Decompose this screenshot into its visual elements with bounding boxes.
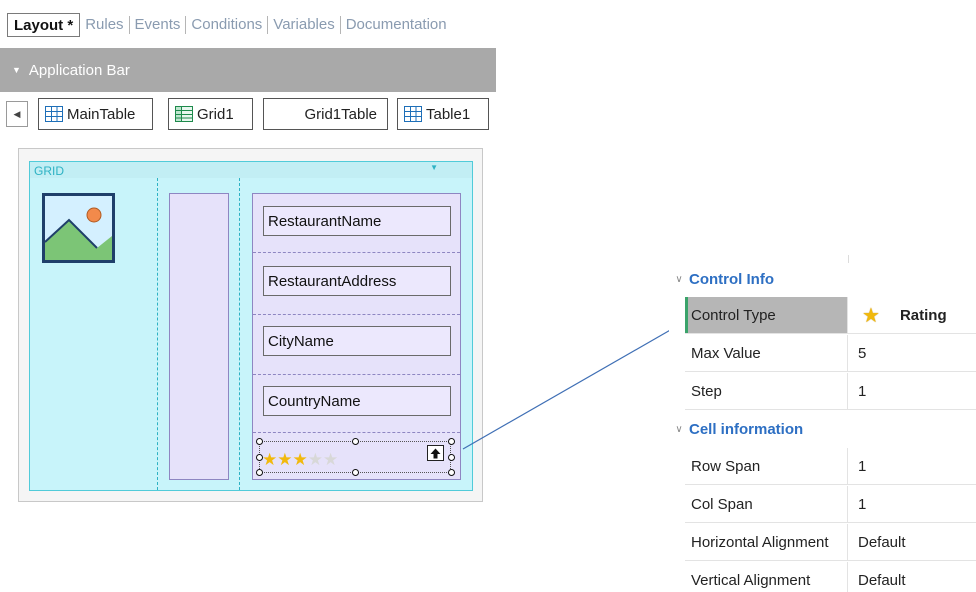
property-row-step[interactable]: Step 1 bbox=[685, 373, 976, 410]
property-row-col-span[interactable]: Col Span 1 bbox=[685, 486, 976, 523]
property-row-max-value[interactable]: Max Value 5 bbox=[685, 335, 976, 372]
star-icon: ★ bbox=[292, 450, 308, 469]
breadcrumb-item-maintable[interactable]: MainTable bbox=[38, 98, 153, 130]
property-name: Row Span bbox=[685, 448, 848, 484]
grid1table[interactable]: RestaurantName RestaurantAddress CityNam… bbox=[252, 193, 461, 480]
application-bar[interactable]: ▼ Application Bar bbox=[0, 48, 496, 92]
caret-down-icon: ▼ bbox=[12, 65, 21, 75]
property-name: Max Value bbox=[685, 335, 848, 371]
rating-stars: ★ ★ ★ ★ ★ bbox=[262, 451, 338, 468]
row-divider bbox=[253, 314, 460, 315]
property-row-vertical-alignment[interactable]: Vertical Alignment Default bbox=[685, 562, 976, 592]
property-value[interactable]: Default bbox=[848, 572, 906, 589]
star-icon: ★ bbox=[307, 450, 323, 469]
property-value[interactable]: Default bbox=[848, 534, 906, 551]
property-name: Control Type bbox=[685, 297, 848, 333]
breadcrumb-item-grid1[interactable]: Grid1 bbox=[168, 98, 253, 130]
row-divider bbox=[253, 374, 460, 375]
tab-rules[interactable]: Rules bbox=[80, 13, 128, 37]
tab-conditions[interactable]: Conditions bbox=[186, 13, 267, 37]
property-value[interactable]: 1 bbox=[848, 496, 866, 513]
section-control-info[interactable]: ∨ Control Info bbox=[669, 263, 976, 295]
breadcrumb-label: Table1 bbox=[426, 105, 471, 123]
empty-table-column[interactable] bbox=[169, 193, 229, 480]
resize-handle[interactable] bbox=[256, 454, 263, 461]
rating-control[interactable]: ★ ★ ★ ★ ★ bbox=[256, 438, 455, 476]
property-row-horizontal-alignment[interactable]: Horizontal Alignment Default bbox=[685, 524, 976, 561]
chevron-down-icon[interactable]: ∨ bbox=[669, 274, 689, 285]
section-title: Cell information bbox=[689, 420, 804, 438]
breadcrumb-label: Grid1 bbox=[197, 105, 234, 123]
property-value[interactable]: 1 bbox=[848, 458, 866, 475]
breadcrumb-label: MainTable bbox=[67, 105, 136, 123]
row-divider bbox=[253, 432, 460, 433]
grid-label: GRID bbox=[34, 164, 64, 178]
column-divider bbox=[848, 255, 849, 263]
resize-handle[interactable] bbox=[352, 469, 359, 476]
city-name-field[interactable]: CityName bbox=[263, 326, 451, 356]
column-divider bbox=[157, 178, 158, 490]
chevron-down-icon[interactable]: ∨ bbox=[669, 424, 689, 435]
property-row-row-span[interactable]: Row Span 1 bbox=[685, 448, 976, 485]
star-icon: ★ bbox=[323, 450, 339, 469]
resize-handle[interactable] bbox=[448, 454, 455, 461]
grid-header: GRID ▼ bbox=[30, 162, 472, 178]
restaurant-address-field[interactable]: RestaurantAddress bbox=[263, 266, 451, 296]
resize-handle[interactable] bbox=[256, 438, 263, 445]
tab-events[interactable]: Events bbox=[130, 13, 186, 37]
resize-handle[interactable] bbox=[448, 438, 455, 445]
column-divider bbox=[239, 178, 240, 490]
row-divider bbox=[253, 252, 460, 253]
property-value[interactable]: ★ Rating bbox=[848, 303, 947, 328]
property-row-control-type[interactable]: Control Type ★ Rating bbox=[685, 297, 976, 334]
property-name: Step bbox=[685, 373, 848, 409]
tab-variables[interactable]: Variables bbox=[268, 13, 339, 37]
properties-panel: ∨ Control Info Control Type ★ Rating Max… bbox=[669, 255, 976, 592]
star-icon: ★ bbox=[262, 450, 278, 469]
property-value[interactable]: 1 bbox=[848, 383, 866, 400]
tab-documentation[interactable]: Documentation bbox=[341, 13, 452, 37]
property-name: Col Span bbox=[685, 486, 848, 522]
breadcrumb-item-table1[interactable]: Table1 bbox=[397, 98, 489, 130]
property-name: Horizontal Alignment bbox=[685, 524, 848, 560]
resize-handle[interactable] bbox=[448, 469, 455, 476]
property-value-text: Rating bbox=[899, 306, 947, 324]
caret-down-icon[interactable]: ▼ bbox=[430, 163, 438, 172]
tab-layout[interactable]: Layout * bbox=[7, 13, 81, 37]
arrow-up-icon[interactable] bbox=[427, 445, 444, 461]
breadcrumb-label: Grid1Table bbox=[304, 105, 377, 123]
table-icon bbox=[404, 106, 422, 122]
star-icon: ★ bbox=[277, 450, 293, 469]
grid-icon bbox=[175, 106, 193, 122]
editor-tabs: Layout * Rules Events Conditions Variabl… bbox=[0, 10, 496, 40]
table-icon bbox=[45, 106, 63, 122]
caret-left-icon[interactable]: ◀ bbox=[6, 101, 28, 127]
property-value[interactable]: 5 bbox=[848, 345, 866, 362]
section-cell-information[interactable]: ∨ Cell information bbox=[669, 413, 976, 445]
country-name-field[interactable]: CountryName bbox=[263, 386, 451, 416]
restaurant-name-field[interactable]: RestaurantName bbox=[263, 206, 451, 236]
property-name: Vertical Alignment bbox=[685, 562, 848, 592]
breadcrumb-item-grid1table[interactable]: Grid1Table bbox=[263, 98, 388, 130]
design-canvas: GRID ▼ RestaurantName RestaurantAddress … bbox=[18, 148, 483, 502]
grid-control[interactable]: GRID ▼ RestaurantName RestaurantAddress … bbox=[29, 161, 473, 491]
section-title: Control Info bbox=[689, 270, 774, 288]
breadcrumb: ◀ MainTable Grid1 Grid1Table Table1 bbox=[0, 98, 496, 130]
resize-handle[interactable] bbox=[352, 438, 359, 445]
resize-handle[interactable] bbox=[256, 469, 263, 476]
image-placeholder-icon[interactable] bbox=[42, 193, 115, 263]
application-bar-label: Application Bar bbox=[28, 61, 130, 79]
star-icon: ★ bbox=[862, 304, 880, 327]
